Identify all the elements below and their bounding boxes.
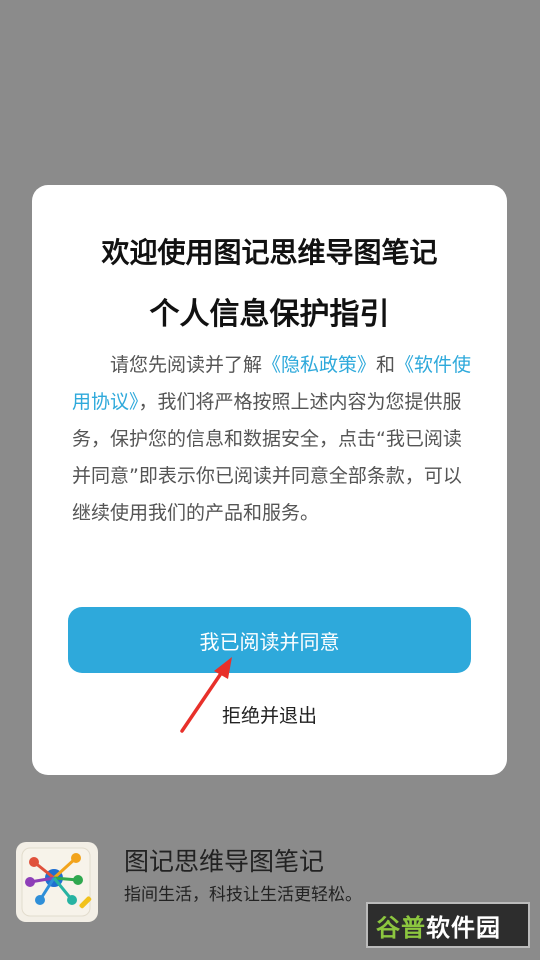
privacy-dialog: 欢迎使用图记思维导图笔记 个人信息保护指引 请您先阅读并了解《隐私政策》和《软件… xyxy=(32,185,507,775)
body-text-part2: 和 xyxy=(376,354,396,376)
watermark-part2: 软件园 xyxy=(426,913,501,942)
app-name: 图记思维导图笔记 xyxy=(124,847,325,876)
dialog-body-text: 请您先阅读并了解《隐私政策》和《软件使用协议》，我们将严格按照上述内容为您提供服… xyxy=(72,347,472,532)
app-slogan: 指间生活，科技让生活更轻松。 xyxy=(124,885,362,905)
privacy-policy-link[interactable]: 《隐私政策》 xyxy=(262,354,376,376)
reject-exit-button[interactable]: 拒绝并退出 xyxy=(32,701,507,728)
dialog-title-welcome: 欢迎使用图记思维导图笔记 xyxy=(101,236,438,269)
dialog-title-privacy-guide: 个人信息保护指引 xyxy=(149,297,390,332)
site-watermark: 谷普 软件园 xyxy=(366,902,530,948)
body-text-part1: 请您先阅读并了解 xyxy=(110,354,263,376)
annotation-arrow-icon xyxy=(180,657,232,733)
watermark-part1: 谷普 xyxy=(376,913,426,942)
agree-button[interactable]: 我已阅读并同意 xyxy=(68,607,471,673)
app-logo-icon xyxy=(16,842,98,922)
